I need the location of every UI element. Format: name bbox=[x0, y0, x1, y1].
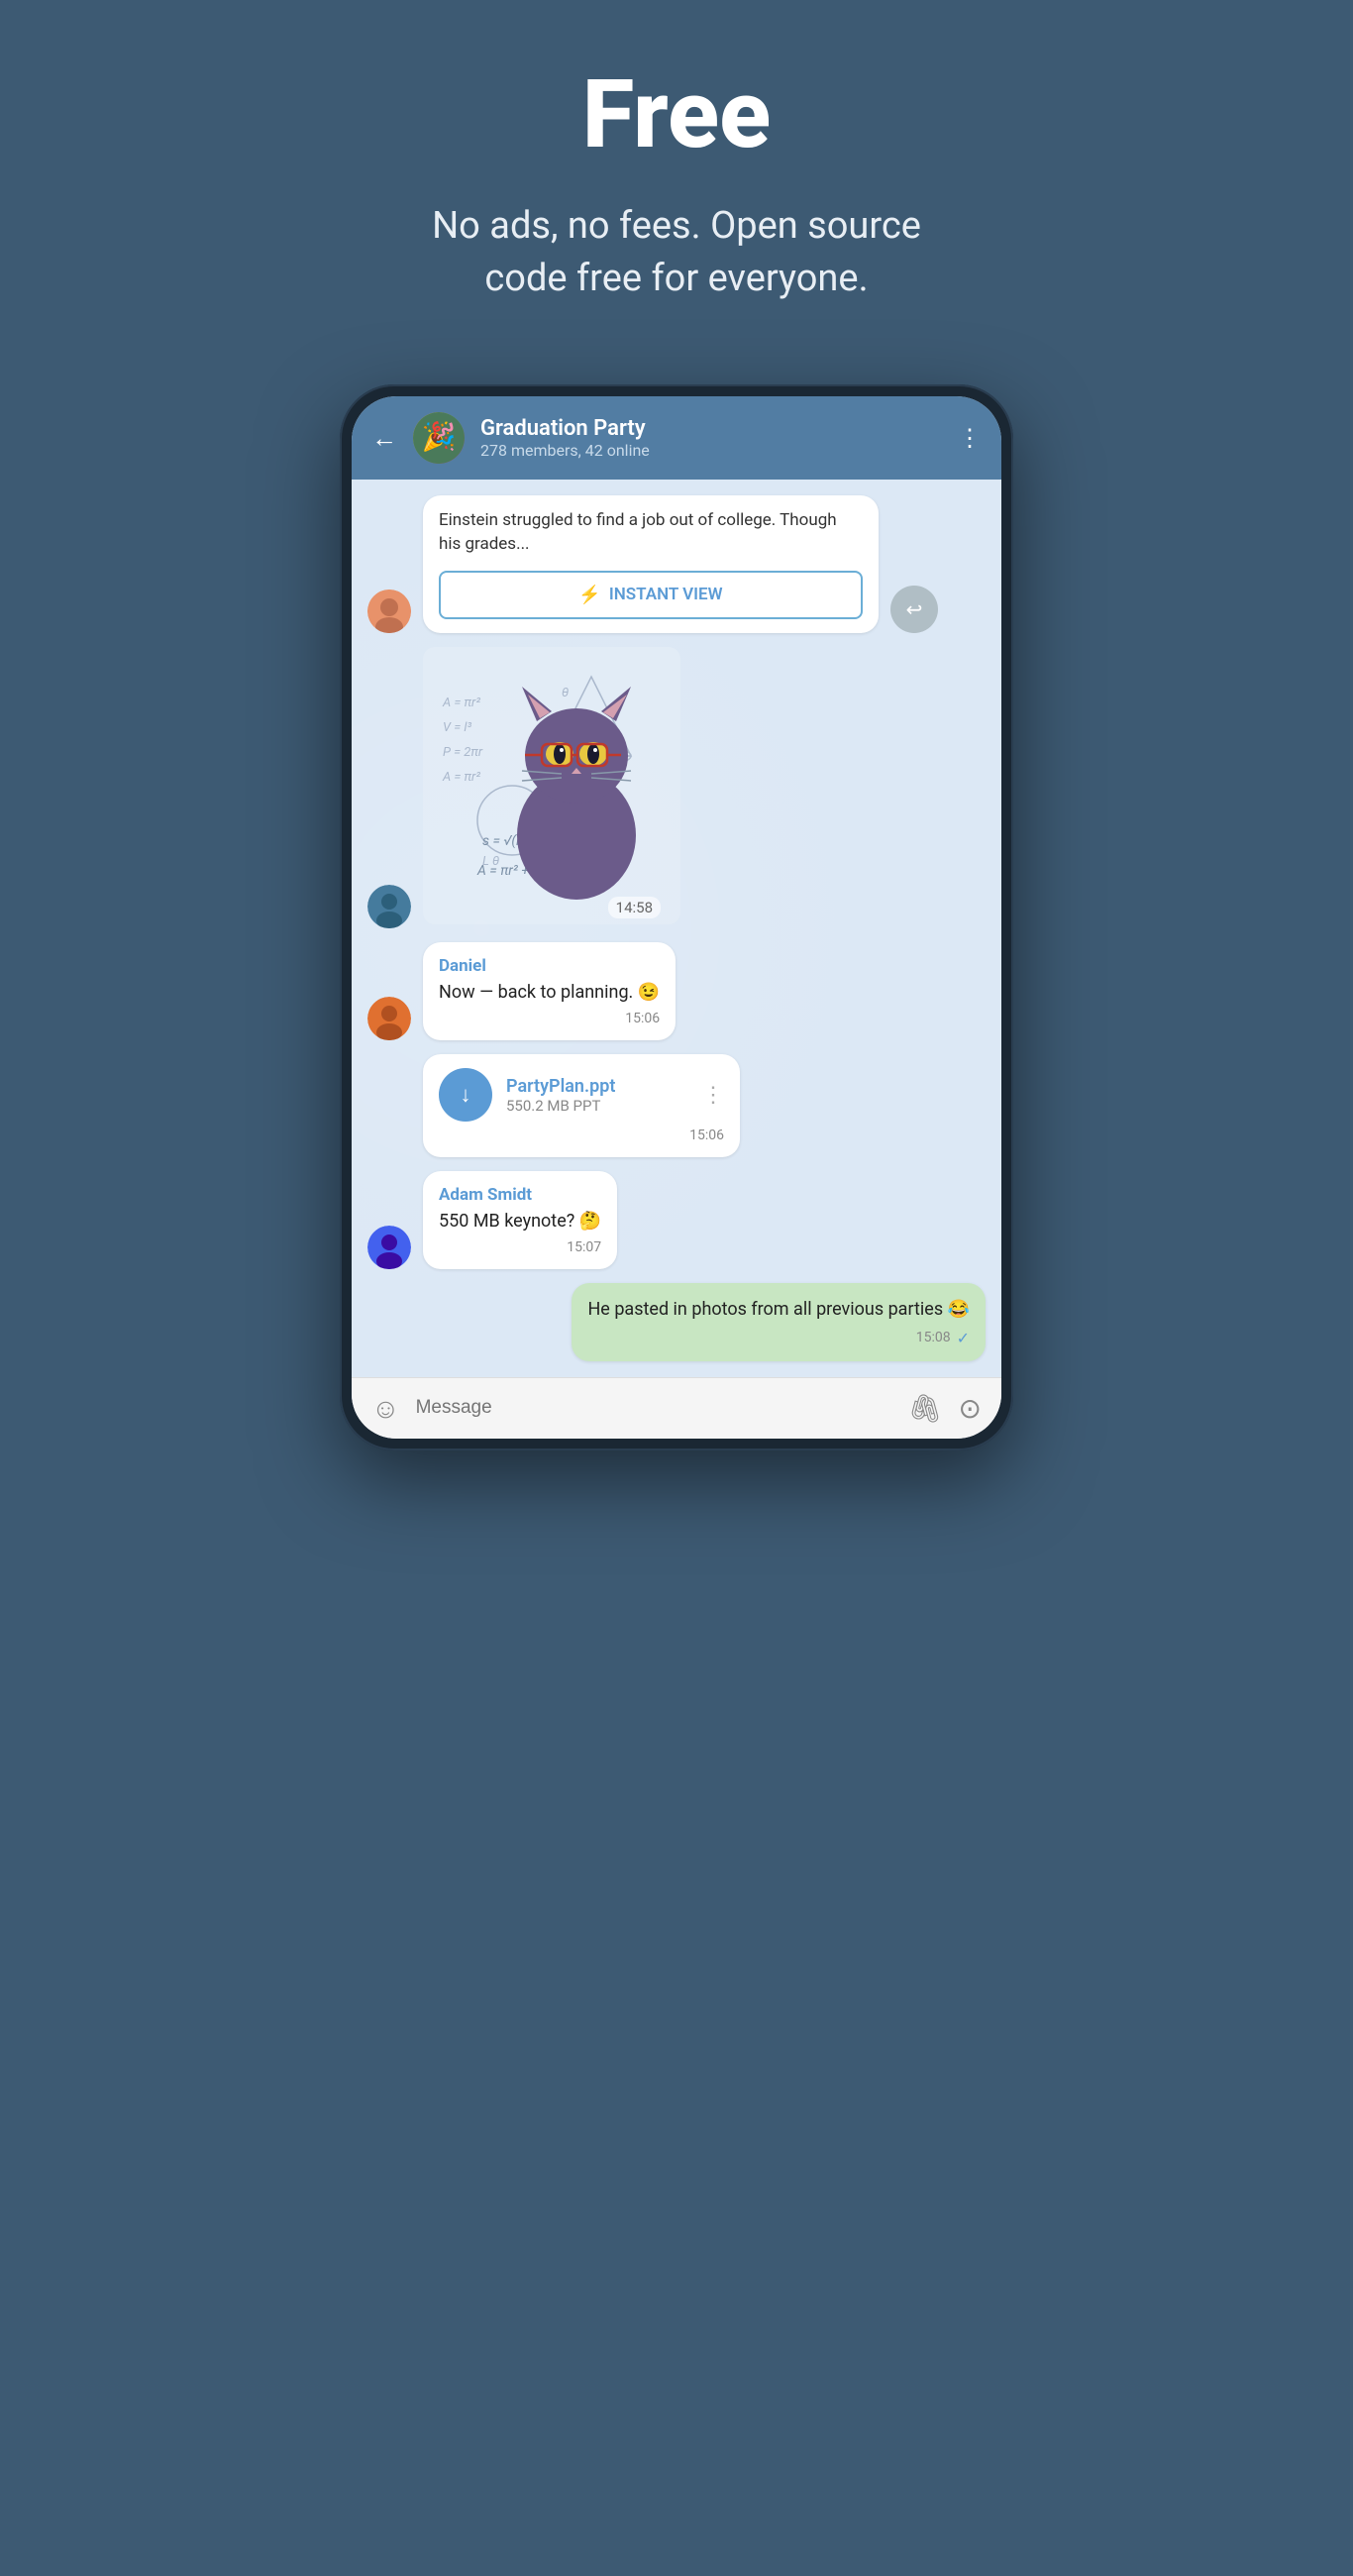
input-bar: ☺ 🖇 ⊙ bbox=[352, 1377, 1001, 1439]
instant-view-label: INSTANT VIEW bbox=[609, 585, 723, 604]
chat-info: Graduation Party 278 members, 42 online bbox=[480, 416, 942, 460]
own-message-bubble: He pasted in photos from all previous pa… bbox=[572, 1283, 986, 1360]
file-message-time: 15:06 bbox=[689, 1127, 724, 1143]
preview-text: Einstein struggled to find a job out of … bbox=[439, 509, 863, 557]
message-time: 15:06 bbox=[625, 1011, 660, 1026]
file-download-button[interactable]: ↓ bbox=[439, 1068, 492, 1122]
avatar-male2 bbox=[367, 997, 411, 1040]
svg-text:V = l³: V = l³ bbox=[443, 720, 471, 735]
chat-avatar: 🎉 bbox=[413, 412, 465, 464]
own-message-meta: 15:08 ✓ bbox=[587, 1329, 970, 1347]
file-size: 550.2 MB PPT bbox=[506, 1097, 615, 1115]
message-row: Einstein struggled to find a job out of … bbox=[367, 495, 986, 633]
hero-subtitle: No ads, no fees. Open sourcecode free fo… bbox=[432, 200, 921, 305]
adam-text-bubble: Adam Smidt 550 MB keynote? 🤔 15:07 bbox=[423, 1171, 617, 1269]
download-icon: ↓ bbox=[461, 1082, 471, 1108]
message-input[interactable] bbox=[416, 1397, 891, 1419]
hero-title: Free bbox=[582, 59, 771, 170]
camera-button[interactable]: ⊙ bbox=[959, 1392, 982, 1425]
chat-body: Einstein struggled to find a job out of … bbox=[352, 480, 1001, 1376]
instant-view-button[interactable]: ⚡ INSTANT VIEW bbox=[439, 571, 863, 619]
message-meta: 15:06 bbox=[439, 1011, 660, 1026]
own-message-time: 15:08 bbox=[916, 1330, 951, 1345]
file-menu-button[interactable]: ⋮ bbox=[702, 1083, 724, 1108]
link-preview-bubble: Einstein struggled to find a job out of … bbox=[423, 495, 879, 633]
avatar-male1 bbox=[367, 885, 411, 928]
adam-message-meta: 15:07 bbox=[439, 1239, 601, 1255]
own-message-text: He pasted in photos from all previous pa… bbox=[587, 1297, 970, 1322]
file-message-meta: 15:06 bbox=[439, 1127, 724, 1143]
file-info: PartyPlan.ppt 550.2 MB PPT bbox=[506, 1076, 615, 1115]
file-name: PartyPlan.ppt bbox=[506, 1076, 615, 1097]
page-container: Free No ads, no fees. Open sourcecode fr… bbox=[280, 59, 1073, 1450]
check-mark-icon: ✓ bbox=[957, 1329, 970, 1347]
avatar-male3 bbox=[367, 1226, 411, 1269]
adam-message-time: 15:07 bbox=[567, 1239, 601, 1255]
back-button[interactable]: ← bbox=[371, 423, 397, 454]
own-message-row: He pasted in photos from all previous pa… bbox=[367, 1283, 986, 1360]
chat-header: ← 🎉 Graduation Party 278 members, 42 onl… bbox=[352, 396, 1001, 480]
daniel-message-row: Daniel Now — back to planning. 😉 15:06 bbox=[367, 942, 986, 1040]
daniel-message-text: Now — back to planning. 😉 bbox=[439, 980, 660, 1005]
file-bubble-inner: ↓ PartyPlan.ppt 550.2 MB PPT ⋮ bbox=[439, 1068, 724, 1122]
cat-sticker: A = πr² θ V = l³ P = 2πr A = πr² L θ bbox=[423, 647, 680, 924]
phone-screen: ← 🎉 Graduation Party 278 members, 42 onl… bbox=[352, 396, 1001, 1438]
lightning-icon: ⚡ bbox=[578, 585, 600, 605]
svg-text:A = πr²: A = πr² bbox=[442, 696, 480, 710]
file-message-row: ↓ PartyPlan.ppt 550.2 MB PPT ⋮ 15:06 bbox=[367, 1054, 986, 1157]
phone-frame: ← 🎉 Graduation Party 278 members, 42 onl… bbox=[340, 384, 1013, 1449]
share-button[interactable]: ↩ bbox=[890, 586, 938, 633]
file-bubble: ↓ PartyPlan.ppt 550.2 MB PPT ⋮ 15:06 bbox=[423, 1054, 740, 1157]
sticker-time: 14:58 bbox=[608, 897, 661, 918]
sticker-container: A = πr² θ V = l³ P = 2πr A = πr² L θ bbox=[423, 647, 680, 928]
adam-message-text: 550 MB keynote? 🤔 bbox=[439, 1209, 601, 1234]
svg-text:θ: θ bbox=[562, 686, 569, 700]
avatar-female bbox=[367, 590, 411, 633]
emoji-button[interactable]: ☺ bbox=[371, 1392, 400, 1425]
svg-text:P = 2πr: P = 2πr bbox=[443, 745, 483, 760]
svg-text:A = πr²: A = πr² bbox=[442, 770, 480, 785]
share-icon: ↩ bbox=[906, 597, 923, 621]
sender-name-adam: Adam Smidt bbox=[439, 1185, 601, 1205]
sender-name-daniel: Daniel bbox=[439, 956, 660, 976]
chat-status: 278 members, 42 online bbox=[480, 441, 942, 460]
daniel-text-bubble: Daniel Now — back to planning. 😉 15:06 bbox=[423, 942, 676, 1040]
chat-menu-button[interactable]: ⋮ bbox=[958, 424, 982, 452]
sticker-row: A = πr² θ V = l³ P = 2πr A = πr² L θ bbox=[367, 647, 986, 928]
svg-text:🎉: 🎉 bbox=[422, 420, 457, 453]
chat-name: Graduation Party bbox=[480, 416, 942, 441]
attach-button[interactable]: 🖇 bbox=[907, 1392, 943, 1425]
adam-message-row: Adam Smidt 550 MB keynote? 🤔 15:07 bbox=[367, 1171, 986, 1269]
